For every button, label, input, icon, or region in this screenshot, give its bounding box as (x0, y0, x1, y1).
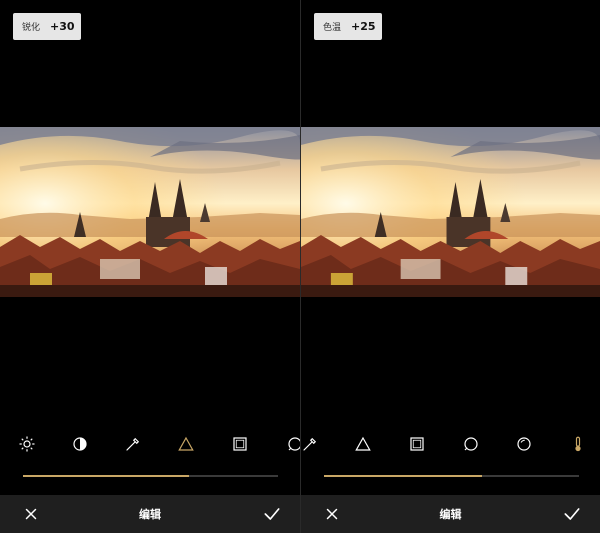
photo-preview[interactable] (301, 127, 600, 297)
vignette-square-icon[interactable] (228, 432, 252, 456)
adjustment-label: 锐化 (22, 23, 41, 33)
adjustment-value: +25 (351, 20, 376, 33)
adjustment-label: 色温 (323, 23, 342, 33)
tool-strip (0, 432, 300, 456)
tool-strip (301, 432, 600, 456)
adjustment-slider[interactable] (324, 475, 579, 477)
sharpen-triangle-icon[interactable] (174, 432, 198, 456)
temperature-icon[interactable] (566, 432, 590, 456)
right-editor-panel: 色温 +25 编辑 (301, 0, 600, 533)
saturation-dropper-icon[interactable] (121, 432, 145, 456)
slider-fill (324, 475, 483, 477)
brightness-icon[interactable] (15, 432, 39, 456)
check-icon[interactable] (562, 504, 582, 524)
highlights-circle-icon[interactable] (512, 432, 536, 456)
vignette-square-icon[interactable] (405, 432, 429, 456)
check-icon[interactable] (262, 504, 282, 524)
slider-fill (23, 475, 189, 477)
adjustment-badge: 锐化 +30 (13, 13, 81, 40)
photo-preview[interactable] (0, 127, 300, 297)
sharpen-triangle-icon[interactable] (351, 432, 375, 456)
shadows-circle-icon[interactable] (459, 432, 483, 456)
contrast-icon[interactable] (68, 432, 92, 456)
adjustment-badge: 色温 +25 (314, 13, 382, 40)
bottom-title: 编辑 (139, 508, 161, 521)
adjustment-slider[interactable] (23, 475, 278, 477)
saturation-dropper-icon[interactable] (301, 432, 322, 456)
bottom-title: 编辑 (439, 508, 462, 521)
bottom-bar: 编辑 (301, 495, 600, 533)
bottom-bar: 编辑 (0, 495, 300, 533)
shadows-circle-icon[interactable] (283, 432, 300, 456)
adjustment-value: +30 (50, 20, 75, 33)
left-editor-panel: 锐化 +30 编辑 (0, 0, 300, 533)
